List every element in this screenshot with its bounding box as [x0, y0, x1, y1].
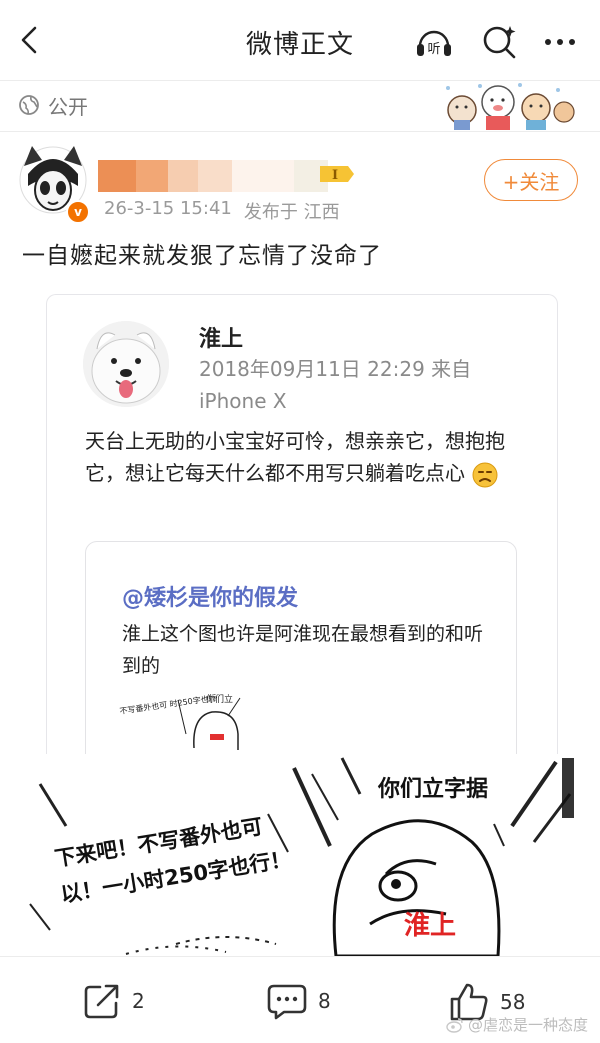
mini-right-text: 你们立 [206, 693, 233, 705]
svg-text:听: 听 [427, 42, 440, 57]
divider [0, 131, 600, 132]
post-location: 发布于 江西 [243, 202, 340, 223]
comic-drawing: 下来吧！不写番外也可 以！一小时250字也行！ 你们立字据 淮上 [26, 754, 574, 956]
comment-button[interactable]: 8 [266, 981, 331, 1021]
level-badge: I [320, 166, 354, 183]
level-text: I [332, 168, 338, 183]
quoted-body: 天台上无助的小宝宝好可怜，想亲亲它，想抱抱它，想让它每天什么都不用写只躺着吃点心 [85, 429, 505, 485]
verified-badge: v [66, 200, 90, 224]
mention-link[interactable]: @矮杉是你的假发 [122, 580, 298, 612]
mini-left-text: 不写番外也可 时250字也行 [119, 692, 217, 716]
post-time: 26-3-15 15:41 [104, 198, 232, 219]
post-text: 一自嬷起来就发狠了忘情了没命了 [22, 243, 382, 269]
listen-icon[interactable]: 听 [414, 22, 454, 62]
quoted-text: 天台上无助的小宝宝好可怜，想亲亲它，想抱抱它，想让它每天什么都不用写只躺着吃点心 [85, 425, 525, 489]
share-count: 2 [132, 989, 145, 1013]
post-meta: 26-3-15 15:41 发布于 江西 [104, 198, 340, 224]
post-image-screenshot[interactable]: 淮上 2018年09月11日 22:29 来自 iPhone X 天台上无助的小… [46, 294, 558, 755]
username-blurred[interactable] [98, 160, 328, 192]
follow-button[interactable]: +关注 [484, 159, 578, 201]
comic-label: 淮上 [404, 911, 456, 941]
quoted-author: 淮上 [199, 327, 244, 352]
share-icon [84, 984, 119, 1019]
watermark: @虐恋是一种态度 [446, 1014, 588, 1035]
more-icon[interactable] [540, 22, 580, 62]
visibility-label: 公开 [48, 94, 88, 119]
mini-comic-image: 不写番外也可 时250字也行 你们立 [119, 692, 241, 750]
watermark-text: @虐恋是一种态度 [468, 1016, 589, 1034]
search-icon[interactable] [480, 22, 520, 62]
dog-avatar-image [83, 321, 169, 407]
quoted-meta: 2018年09月11日 22:29 来自 iPhone X [199, 357, 472, 413]
like-count: 58 [500, 990, 526, 1014]
top-bar: 微博正文 听 [0, 0, 600, 80]
sad-face-icon [472, 462, 498, 487]
comic-right-text: 你们立字据 [377, 776, 488, 802]
comment-count: 8 [318, 989, 331, 1013]
stickers-image [446, 83, 575, 130]
share-button[interactable]: 2 [82, 981, 145, 1021]
globe-icon [19, 95, 39, 115]
repost-text: 淮上这个图也许是阿淮现在最想看到的和听到的 [122, 623, 484, 677]
comment-icon [267, 984, 307, 1020]
comic-image[interactable]: 下来吧！不写番外也可 以！一小时250字也行！ 你们立字据 淮上 [26, 754, 574, 956]
quoted-repost-card: @矮杉是你的假发 淮上这个图也许是阿淮现在最想看到的和听到的 不写番外也可 时2… [85, 541, 517, 755]
visibility-row: 公开 [18, 91, 88, 119]
weibo-logo-icon [446, 1017, 463, 1033]
